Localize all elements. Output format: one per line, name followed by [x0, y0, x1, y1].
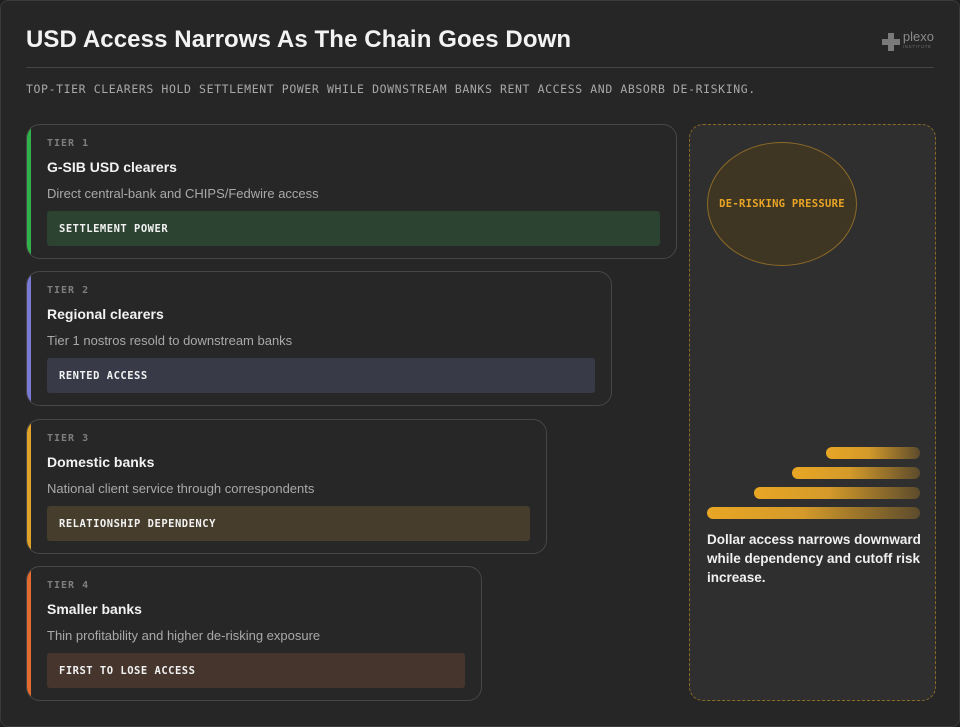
- tier-description: National client service through correspo…: [47, 481, 315, 496]
- logo-name: plexo: [902, 29, 934, 44]
- narrowing-bar-2: [792, 467, 920, 479]
- tier-label: TIER 4: [47, 580, 90, 591]
- tier-accent-strip: [27, 567, 31, 700]
- brand-logo: plexo INSTITUTE: [881, 30, 934, 51]
- tier-name: Regional clearers: [47, 306, 164, 322]
- tier-description: Tier 1 nostros resold to downstream bank…: [47, 333, 293, 348]
- tier-card-3: TIER 3 Domestic banks National client se…: [26, 419, 547, 554]
- tier-accent-strip: [27, 125, 31, 258]
- de-risking-panel: DE-RISKING PRESSURE Dollar access narrow…: [689, 124, 936, 701]
- panel-summary-text: Dollar access narrows downward while dep…: [707, 532, 921, 585]
- logo-wordmark: plexo INSTITUTE: [903, 30, 934, 50]
- tier-card-4: TIER 4 Smaller banks Thin profitability …: [26, 566, 482, 701]
- tier-role-bar: RELATIONSHIP DEPENDENCY: [47, 506, 530, 541]
- tier-accent-strip: [27, 420, 31, 553]
- tier-name: Domestic banks: [47, 454, 155, 470]
- tier-name: Smaller banks: [47, 601, 142, 617]
- tier-card-1: TIER 1 G-SIB USD clearers Direct central…: [26, 124, 677, 259]
- tier-accent-strip: [27, 272, 31, 405]
- tier-label: TIER 3: [47, 433, 90, 444]
- tier-role-bar: FIRST TO LOSE ACCESS: [47, 653, 465, 688]
- narrowing-bar-1: [826, 447, 920, 459]
- de-risking-pressure-bubble: DE-RISKING PRESSURE: [707, 142, 857, 266]
- tier-role-bar: RENTED ACCESS: [47, 358, 595, 393]
- tier-description: Direct central-bank and CHIPS/Fedwire ac…: [47, 186, 319, 201]
- tier-label: TIER 2: [47, 285, 90, 296]
- tier-name: G-SIB USD clearers: [47, 159, 177, 175]
- header-divider: [26, 67, 934, 68]
- page-subtitle: TOP-TIER CLEARERS HOLD SETTLEMENT POWER …: [26, 82, 756, 96]
- tier-role-bar: SETTLEMENT POWER: [47, 211, 660, 246]
- narrowing-bar-4: [707, 507, 920, 519]
- tier-label: TIER 1: [47, 138, 90, 149]
- page-title: USD Access Narrows As The Chain Goes Dow…: [26, 26, 572, 53]
- tier-card-2: TIER 2 Regional clearers Tier 1 nostros …: [26, 271, 612, 406]
- diagram-frame: USD Access Narrows As The Chain Goes Dow…: [0, 0, 960, 727]
- narrowing-bar-3: [754, 487, 920, 499]
- tier-description: Thin profitability and higher de-risking…: [47, 628, 321, 643]
- logo-subtext: INSTITUTE: [902, 44, 932, 49]
- plus-cross-icon: [881, 33, 900, 51]
